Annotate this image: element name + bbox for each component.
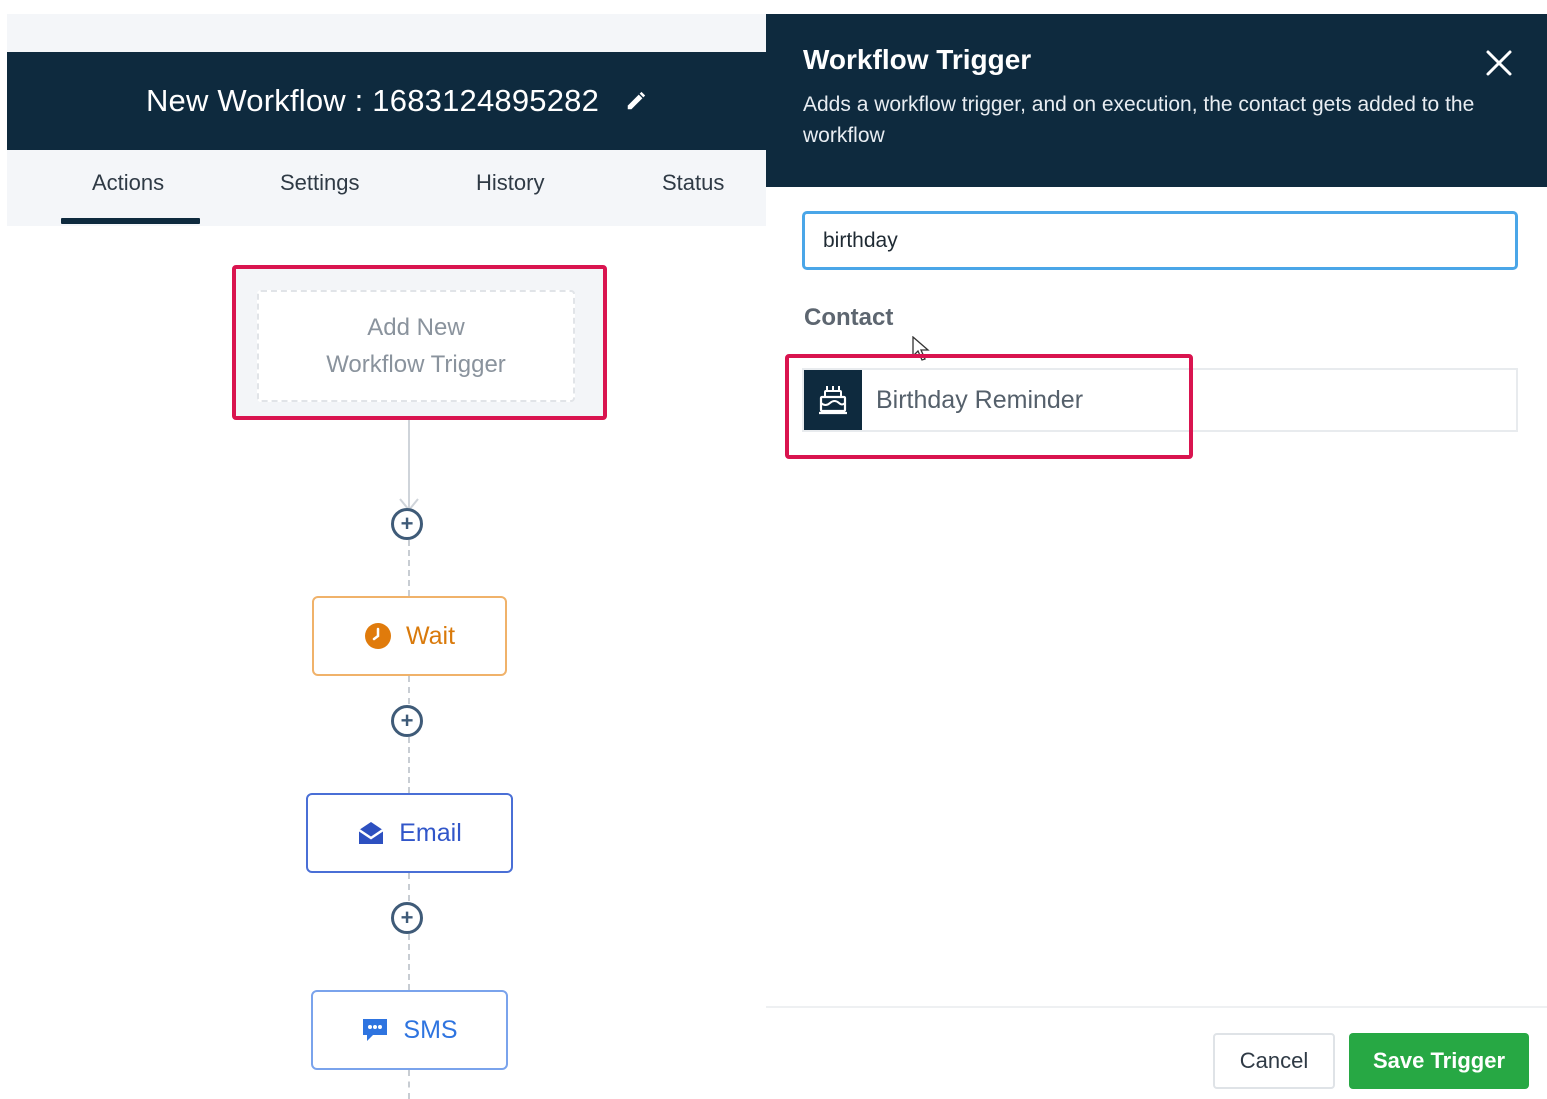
- tab-status[interactable]: Status: [662, 170, 724, 196]
- workflow-title: New Workflow : 1683124895282: [145, 83, 600, 118]
- connector-line: [408, 676, 410, 704]
- workflow-tabs: Actions Settings History Status: [7, 150, 766, 228]
- pencil-icon[interactable]: [625, 90, 647, 112]
- workflow-canvas: Add New Workflow Trigger + Wait + Email: [7, 226, 766, 1099]
- tab-history[interactable]: History: [476, 170, 544, 196]
- trigger-option-label: Birthday Reminder: [876, 386, 1084, 414]
- footer-divider: [766, 1006, 1547, 1008]
- panel-description: Adds a workflow trigger, and on executio…: [803, 93, 1475, 147]
- connector-line: [408, 737, 410, 793]
- panel-header: Workflow Trigger Adds a workflow trigger…: [766, 14, 1547, 187]
- panel-title: Workflow Trigger: [803, 44, 1032, 75]
- result-icon-box: [804, 370, 862, 430]
- active-tab-indicator: [61, 218, 200, 224]
- chat-icon: [363, 1019, 388, 1041]
- add-step-button[interactable]: +: [391, 902, 423, 934]
- birthday-cake-icon: [819, 386, 847, 415]
- workflow-trigger-panel: Workflow Trigger Adds a workflow trigger…: [766, 14, 1547, 1099]
- clock-icon: [364, 623, 391, 649]
- sms-action-node[interactable]: SMS: [311, 990, 508, 1070]
- connector-line: [408, 934, 410, 990]
- workflow-header: New Workflow : 1683124895282: [7, 52, 766, 150]
- close-icon[interactable]: [1484, 48, 1514, 78]
- add-trigger-button[interactable]: Add New Workflow Trigger: [257, 290, 575, 402]
- workflow-builder: New Workflow : 1683124895282 Actions Set…: [7, 14, 766, 1099]
- connector-line: [408, 540, 410, 596]
- save-trigger-button[interactable]: Save Trigger: [1349, 1033, 1529, 1089]
- wait-label: Wait: [405, 621, 456, 650]
- connector-line: [408, 420, 410, 510]
- email-action-node[interactable]: Email: [306, 793, 513, 873]
- wait-action-node[interactable]: Wait: [312, 596, 507, 676]
- sms-label: SMS: [403, 1015, 458, 1044]
- tab-actions[interactable]: Actions: [92, 170, 164, 196]
- add-step-button[interactable]: +: [391, 508, 423, 540]
- trigger-search-input[interactable]: [802, 211, 1518, 270]
- mouse-pointer-icon: [912, 336, 930, 361]
- trigger-option-birthday-reminder[interactable]: Birthday Reminder: [802, 368, 1518, 432]
- connector-line: [408, 873, 410, 901]
- envelope-icon: [358, 822, 384, 844]
- email-label: Email: [399, 818, 462, 847]
- section-label-contact: Contact: [804, 304, 894, 331]
- add-trigger-line2: Workflow Trigger: [326, 351, 506, 378]
- cancel-button[interactable]: Cancel: [1213, 1033, 1335, 1089]
- tab-settings[interactable]: Settings: [280, 170, 360, 196]
- add-step-button[interactable]: +: [391, 705, 423, 737]
- add-trigger-line1: Add New: [367, 314, 465, 341]
- connector-line: [408, 1070, 410, 1099]
